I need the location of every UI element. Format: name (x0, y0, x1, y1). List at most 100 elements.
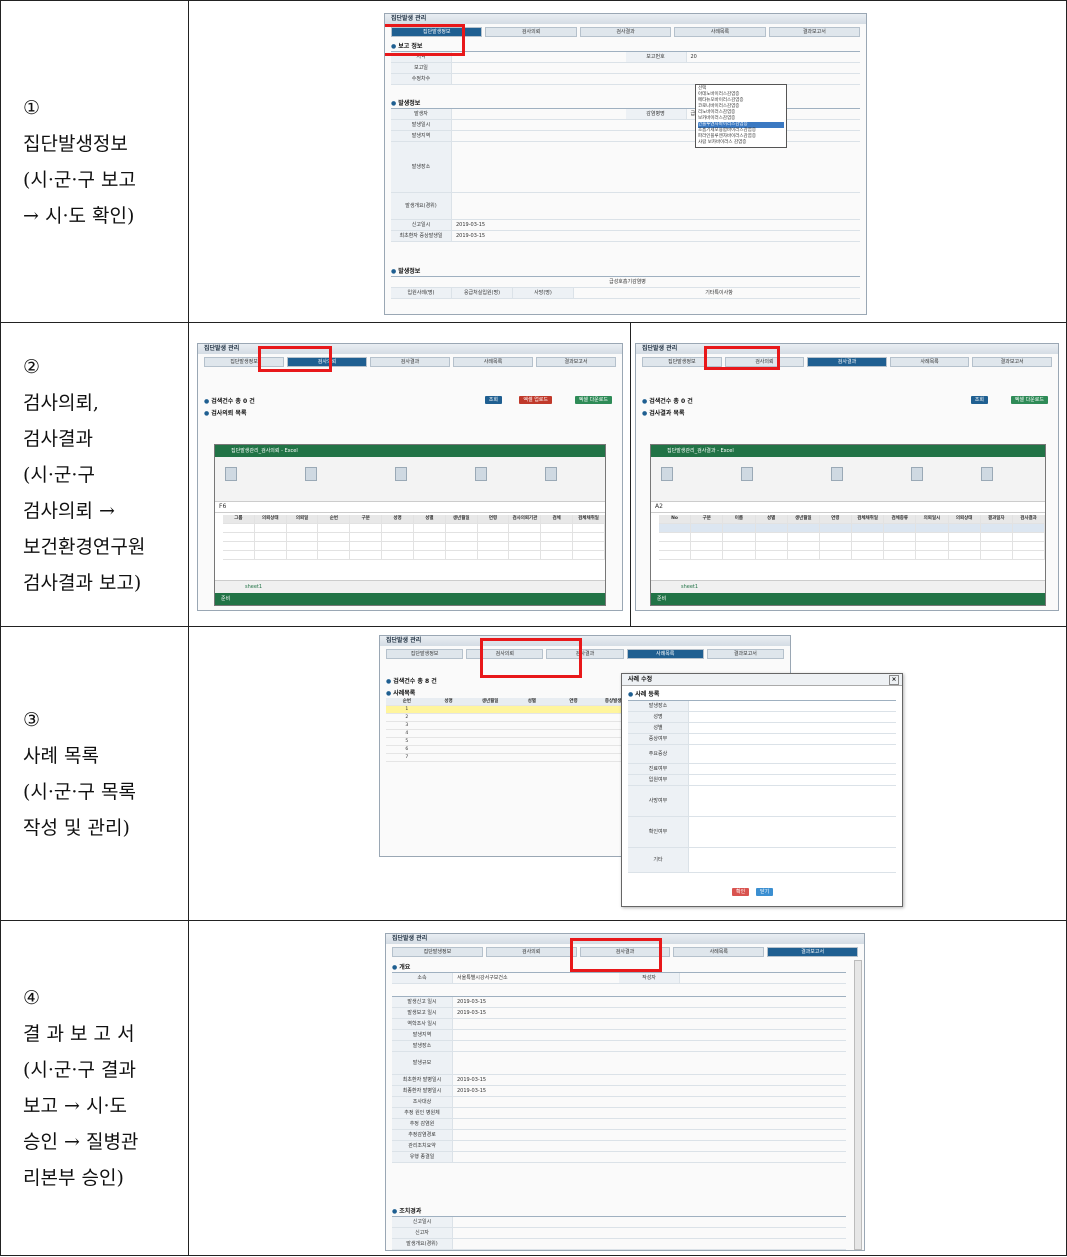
field-value[interactable] (453, 1141, 846, 1151)
field-value[interactable] (689, 848, 896, 872)
row-number[interactable]: 6 (386, 746, 428, 753)
case-edit-modal: 사례 수정 × 사례 등록 발생장소 성명 성별 증상여부 주요증상 진료여부 입… (621, 673, 903, 907)
tab-result-report[interactable]: 결과보고서 (767, 947, 858, 957)
font-icon[interactable] (741, 467, 753, 481)
field-value[interactable] (452, 142, 860, 192)
field-value[interactable] (452, 193, 860, 219)
align-icon[interactable] (831, 467, 843, 481)
field-value[interactable] (453, 1228, 846, 1238)
field-value[interactable] (689, 745, 896, 763)
col-header: 생년월일 (445, 515, 478, 523)
cell-reference[interactable]: A2 (651, 502, 1045, 513)
field-value[interactable] (452, 74, 860, 84)
field-value[interactable] (689, 701, 896, 711)
field-value[interactable] (680, 973, 846, 983)
onset-date[interactable]: 2019-03-15 (452, 231, 860, 241)
tab-test-request[interactable]: 검사의뢰 (485, 947, 577, 957)
date-value[interactable]: 2019-03-15 (453, 1086, 846, 1096)
field-value[interactable] (453, 1097, 846, 1107)
row-number[interactable]: 2 (386, 714, 428, 721)
col-label: 기타특이사항 (705, 290, 733, 296)
sheet-tab[interactable]: sheet1 (651, 580, 1045, 593)
field-value[interactable] (689, 764, 896, 774)
excel-download-button[interactable]: 엑셀 다운로드 (1010, 396, 1048, 404)
field-label: 발생장소 (628, 701, 689, 711)
sheet-tab[interactable]: sheet1 (215, 580, 605, 593)
field-value[interactable] (689, 734, 896, 744)
save-button[interactable]: 확인 (732, 888, 750, 896)
tab-test-request[interactable]: 검사의뢰 (485, 27, 577, 37)
app-title: 집단발생 관리 (636, 344, 1058, 354)
excel-upload-button[interactable]: 엑셀 업로드 (519, 396, 552, 404)
sum-icon[interactable] (981, 467, 993, 481)
pathogen-dropdown[interactable]: 선택 아데노바이러스감염증 메타뉴모바이러스감염증 코로나바이러스감염증 리노바… (695, 84, 787, 148)
tab-case-list[interactable]: 사례목록 (889, 357, 970, 367)
tab-case-list[interactable]: 사례목록 (673, 947, 765, 957)
vertical-scrollbar[interactable] (854, 960, 862, 1250)
field-value[interactable] (453, 1239, 846, 1249)
field-value[interactable] (452, 63, 860, 73)
field-value[interactable] (452, 120, 860, 130)
field-value[interactable] (689, 712, 896, 722)
highlight-box (480, 638, 582, 678)
label-line: 검사의뢰, (23, 391, 99, 414)
field-value[interactable] (453, 1108, 846, 1118)
excel-ribbon (651, 457, 1045, 502)
field-value[interactable] (453, 1152, 846, 1162)
dropdown-item[interactable]: 사람 보카바이러스 감염증 (698, 140, 784, 146)
tab-result-report[interactable]: 결과보고서 (706, 649, 785, 659)
tab-test-result[interactable]: 검사결과 (370, 357, 450, 367)
row-number[interactable]: 1 (386, 706, 428, 713)
tab-case-list[interactable]: 사례목록 (626, 649, 704, 659)
date-value[interactable]: 2019-03-15 (453, 1008, 846, 1018)
report-number: 20 (690, 54, 697, 60)
tab-test-result[interactable]: 검사결과 (579, 27, 672, 37)
tab-test-result[interactable]: 검사결과 (807, 357, 887, 367)
field-value[interactable] (453, 1019, 846, 1029)
font-icon[interactable] (305, 467, 317, 481)
field-value[interactable] (453, 1217, 846, 1227)
close-icon[interactable]: × (889, 675, 899, 685)
row-number[interactable]: 5 (386, 738, 428, 745)
field-value[interactable] (453, 1041, 846, 1051)
search-button[interactable]: 조회 (970, 396, 988, 404)
field-value[interactable] (689, 786, 896, 816)
field-label: 발생신고 일시 (392, 997, 453, 1007)
format-icon[interactable] (475, 467, 487, 481)
field-value[interactable] (453, 1030, 846, 1040)
tab-result-report[interactable]: 결과보고서 (536, 357, 616, 367)
close-button[interactable]: 닫기 (756, 888, 774, 896)
tab-occurrence-info[interactable]: 집단발생정보 (386, 649, 464, 659)
report-date[interactable]: 2019-03-15 (452, 220, 860, 230)
field-value[interactable] (452, 52, 626, 62)
row-number[interactable]: 7 (386, 754, 428, 761)
field-value[interactable] (453, 1119, 846, 1129)
tab-occurrence-info[interactable]: 집단발생정보 (392, 947, 483, 957)
paste-icon[interactable] (661, 467, 673, 481)
tab-case-list[interactable]: 사례목록 (453, 357, 533, 367)
field-value[interactable] (452, 109, 626, 119)
tab-result-report[interactable]: 결과보고서 (972, 357, 1052, 367)
field-value[interactable] (689, 817, 896, 847)
field-value[interactable] (689, 775, 896, 785)
tab-case-list[interactable]: 사례목록 (674, 27, 766, 37)
date-value[interactable]: 2019-03-15 (453, 1075, 846, 1085)
field-value[interactable] (453, 1052, 846, 1074)
date-value[interactable]: 2019-03-15 (453, 997, 846, 1007)
sum-icon[interactable] (545, 467, 557, 481)
format-icon[interactable] (911, 467, 923, 481)
cell-reference[interactable]: F6 (215, 502, 605, 513)
search-button[interactable]: 조회 (484, 396, 502, 404)
paste-icon[interactable] (225, 467, 237, 481)
excel-download-button[interactable]: 엑셀 다운로드 (574, 396, 612, 404)
row-number[interactable]: 3 (386, 722, 428, 729)
col-header: 연령 (477, 515, 510, 523)
section-occurrence-2: 발생정보 (391, 266, 420, 275)
field-value[interactable] (452, 131, 860, 141)
field-value[interactable] (689, 723, 896, 733)
align-icon[interactable] (395, 467, 407, 481)
field-value[interactable] (453, 1130, 846, 1140)
row-number[interactable]: 4 (386, 730, 428, 737)
tab-result-report[interactable]: 결과보고서 (768, 27, 861, 37)
label-line: 결 과 보 고 서 (23, 1023, 135, 1045)
